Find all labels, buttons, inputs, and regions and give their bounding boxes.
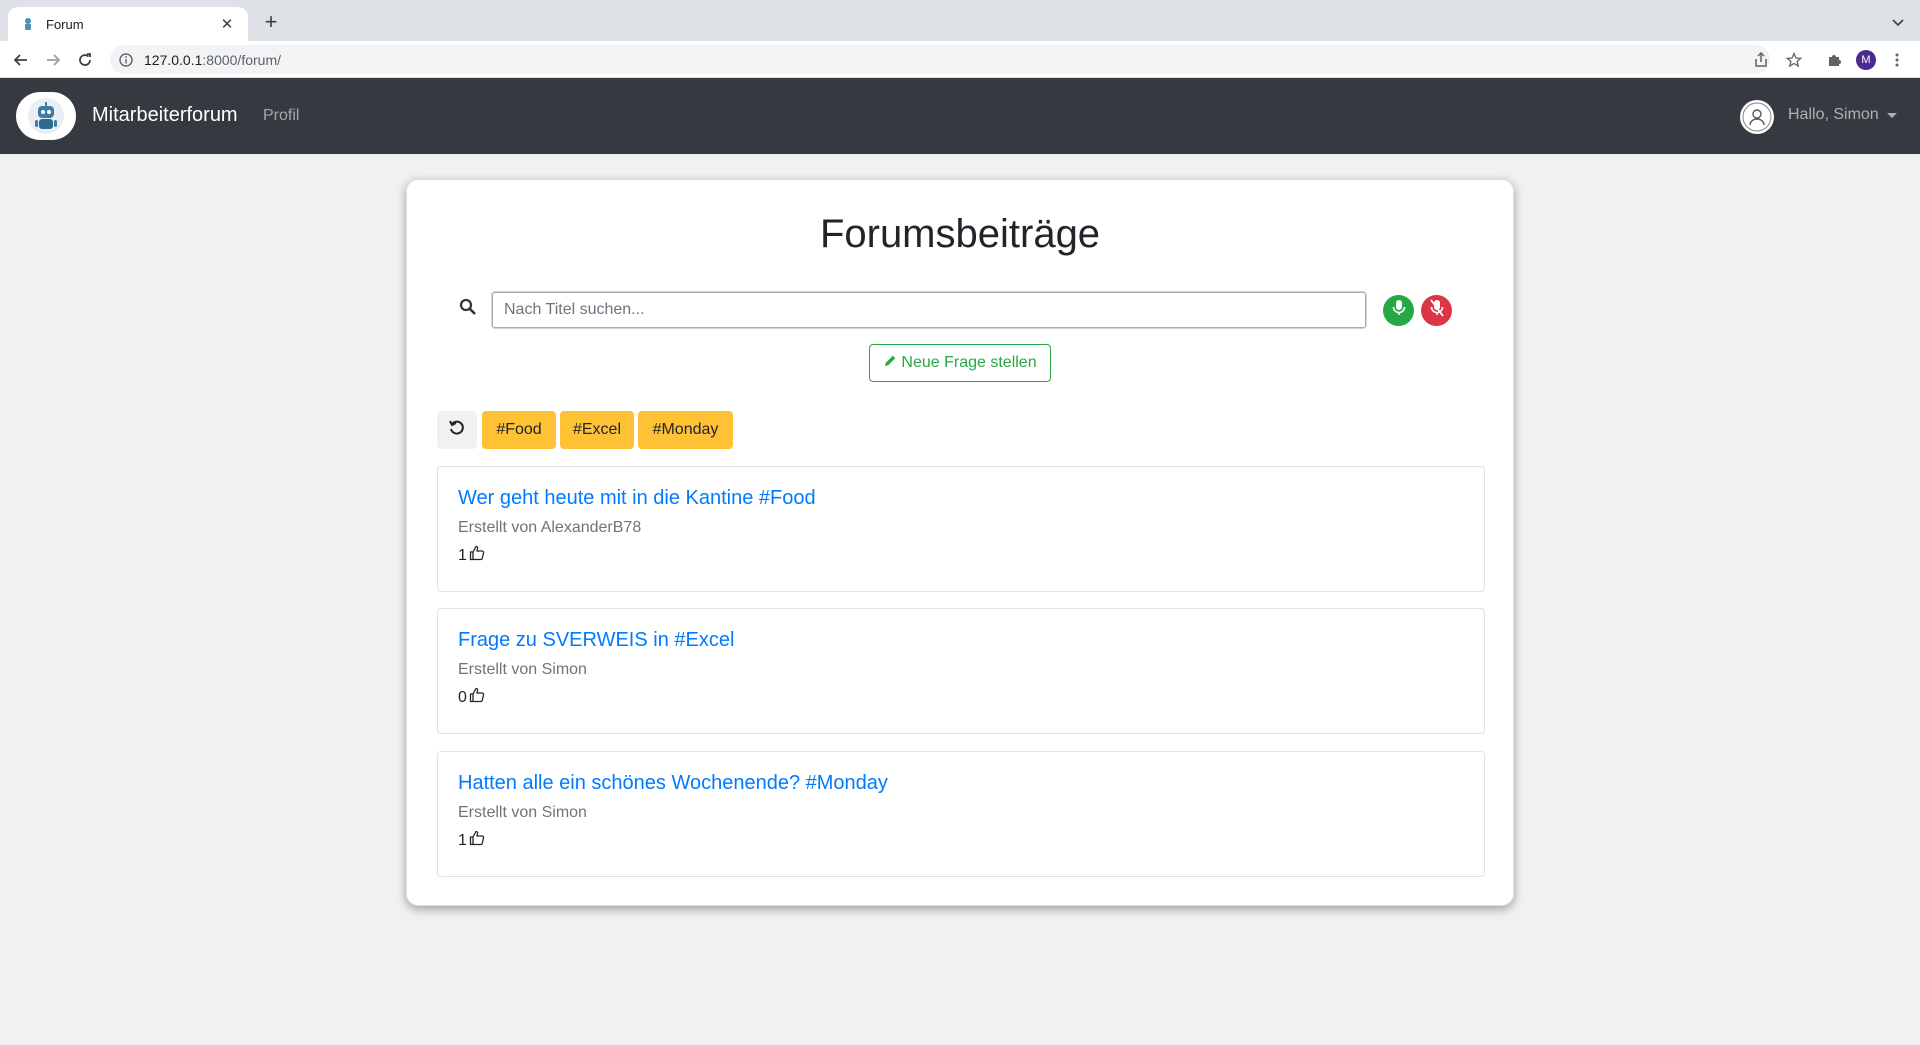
tag-filter-excel[interactable]: #Excel [560, 411, 634, 449]
post-title-link[interactable]: Frage zu SVERWEIS in #Excel [458, 629, 734, 652]
post-card: Hatten alle ein schönes Wochenende? #Mon… [437, 751, 1485, 877]
post-title-link[interactable]: Wer geht heute mit in die Kantine #Food [458, 487, 816, 510]
like-count-value: 1 [458, 831, 467, 849]
post-title-link[interactable]: Hatten alle ein schönes Wochenende? #Mon… [458, 772, 888, 795]
microphone-off-icon [1429, 299, 1445, 322]
microphone-icon [1392, 299, 1406, 322]
profile-initial: M [1856, 50, 1876, 70]
tag-filter-food[interactable]: #Food [482, 411, 556, 449]
chevron-down-icon [1886, 112, 1897, 118]
profile-avatar[interactable]: M [1855, 49, 1877, 71]
site-info-icon[interactable] [118, 52, 134, 68]
robot-logo-icon[interactable] [16, 92, 76, 140]
reset-icon [448, 419, 466, 442]
back-icon[interactable] [10, 49, 32, 71]
tag-filter-monday[interactable]: #Monday [638, 411, 733, 449]
browser-tabstrip: Forum ✕ + [0, 0, 1920, 41]
extensions-icon[interactable] [1823, 49, 1845, 71]
bookmark-star-icon[interactable] [1783, 49, 1805, 71]
brand-link[interactable]: Mitarbeiterforum [92, 104, 238, 127]
like-count-value: 0 [458, 688, 467, 706]
search-icon [459, 298, 477, 316]
new-question-button[interactable]: Neue Frage stellen [869, 344, 1051, 382]
like-count[interactable]: 1 [458, 545, 485, 566]
nav-link-profil[interactable]: Profil [263, 107, 299, 125]
url-path: :8000/forum/ [202, 51, 281, 68]
thumbs-up-icon[interactable] [469, 830, 485, 851]
user-menu-dropdown[interactable]: Hallo, Simon [1788, 106, 1897, 124]
thumbs-up-icon[interactable] [469, 545, 485, 566]
tab-close-icon[interactable]: ✕ [218, 15, 236, 33]
url-host: 127.0.0.1 [144, 51, 203, 68]
post-author: Erstellt von AlexanderB78 [458, 519, 642, 536]
post-author: Erstellt von Simon [458, 804, 587, 821]
favicon-icon [20, 16, 36, 32]
post-author: Erstellt von Simon [458, 661, 587, 678]
search-input[interactable] [491, 291, 1367, 329]
user-icon[interactable] [1740, 100, 1774, 134]
like-count-value: 1 [458, 546, 467, 564]
post-card: Frage zu SVERWEIS in #Excel Erstellt von… [437, 608, 1485, 734]
microphone-stop-button[interactable] [1421, 295, 1452, 326]
share-icon[interactable] [1750, 49, 1772, 71]
site-navbar: Mitarbeiterforum Profil Hallo, Simon [0, 78, 1920, 154]
user-greeting: Hallo, Simon [1788, 106, 1879, 123]
browser-tab[interactable]: Forum ✕ [8, 7, 248, 41]
like-count[interactable]: 0 [458, 687, 485, 708]
page-title: Forumsbeiträge [819, 212, 1101, 256]
reset-filter-button[interactable] [437, 411, 477, 449]
new-tab-button[interactable]: + [260, 11, 282, 34]
address-bar[interactable]: 127.0.0.1:8000/forum/ [110, 45, 1770, 74]
pencil-icon [883, 354, 897, 373]
tab-title: Forum [46, 16, 84, 32]
forward-icon[interactable] [42, 49, 64, 71]
forum-card: Forumsbeiträge Neue Frage stellen #Food … [406, 179, 1514, 906]
url-text: 127.0.0.1:8000/forum/ [144, 52, 281, 68]
new-question-label: Neue Frage stellen [901, 354, 1037, 371]
like-count[interactable]: 1 [458, 830, 485, 851]
tab-search-chevron-icon[interactable] [1890, 14, 1906, 30]
reload-icon[interactable] [74, 49, 96, 71]
browser-toolbar: 127.0.0.1:8000/forum/ M [0, 41, 1920, 78]
microphone-button[interactable] [1383, 295, 1414, 326]
post-card: Wer geht heute mit in die Kantine #Food … [437, 466, 1485, 592]
browser-menu-icon[interactable] [1886, 49, 1908, 71]
thumbs-up-icon[interactable] [469, 687, 485, 708]
